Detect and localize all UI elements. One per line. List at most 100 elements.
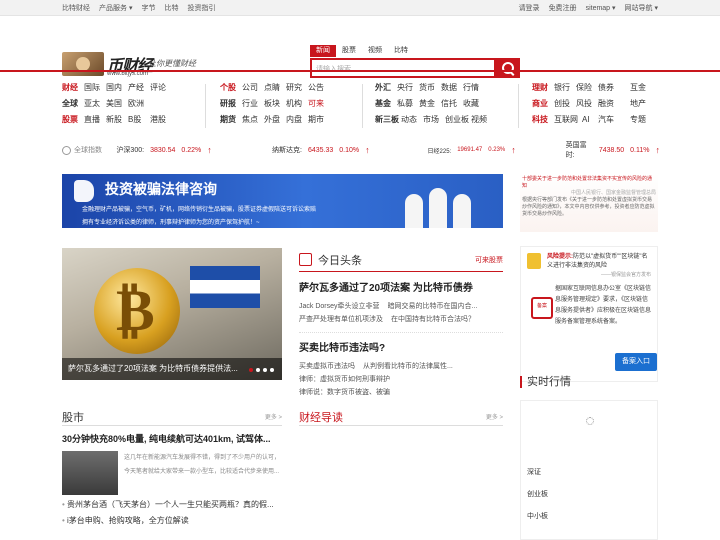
nav-item[interactable]: 债券	[598, 80, 630, 96]
carousel-dot[interactable]	[256, 368, 260, 372]
nav-item[interactable]: AI	[582, 112, 598, 128]
nav-item[interactable]: 创投	[554, 96, 576, 112]
site-logo[interactable]: 币财经 让你更懂财经 www.bitjys.com	[62, 52, 210, 82]
nav-item[interactable]: 收藏	[463, 96, 485, 112]
stock-bullet-item[interactable]: i茅台申购、抢购攻略，全方位解读	[62, 513, 282, 529]
nav-item[interactable]: B股	[128, 112, 150, 128]
headline-link[interactable]: 买卖虚拟币违法吗	[299, 360, 355, 373]
nav-item[interactable]: 焦点	[242, 112, 264, 128]
nav-item[interactable]: 点睛	[264, 80, 286, 96]
sitemap-link[interactable]: sitemap ▾	[586, 4, 616, 12]
nav-item[interactable]: 地产	[630, 96, 652, 112]
quote-row[interactable]: 中小板	[527, 511, 548, 521]
nav-item[interactable]: 期市	[308, 112, 330, 128]
top-link-bytes[interactable]: 字节	[141, 3, 155, 13]
nav-item[interactable]: 板块	[264, 96, 286, 112]
ticker-item[interactable]: 日经225: 19691.47 0.23% ↑	[428, 145, 566, 155]
nav-item[interactable]: 产经	[128, 80, 150, 96]
legal-consult-banner[interactable]: 投资被骗法律咨询 金融理财产品被骗，空气币，矿机，网络传销衍生品被骗，股票证券虚…	[62, 174, 503, 228]
search-button[interactable]	[496, 58, 520, 78]
nav-item[interactable]: 新三板	[375, 112, 401, 128]
headline-link[interactable]: 严查严处理有单位机项涉及	[299, 313, 383, 326]
nav-item[interactable]: 黄金	[419, 96, 441, 112]
policy-notice[interactable]: 十部委关于进一步防范和处置非法集资不实宣传的风险的通知 中国人民银行、国家金融监…	[520, 174, 658, 232]
hero-carousel[interactable]: ₿ 萨尔瓦多通过了20项法案 为比特币债券提供法...	[62, 248, 282, 380]
nav-item[interactable]: 个股	[220, 80, 242, 96]
register-link[interactable]: 免费注册	[549, 3, 577, 13]
nav-item[interactable]: 财经	[62, 80, 84, 96]
nav-item[interactable]: 创业板	[445, 112, 471, 128]
search-tab-bitcoin[interactable]: 比特	[388, 45, 414, 57]
top-link-home[interactable]: 比特财经	[62, 3, 90, 13]
nav-item[interactable]: 互金	[630, 80, 652, 96]
nav-item[interactable]: 商业	[532, 96, 554, 112]
nav-item[interactable]: 保险	[576, 80, 598, 96]
nav-item[interactable]: 欧洲	[128, 96, 150, 112]
search-input[interactable]: 请输入搜索...	[310, 58, 496, 78]
nav-item[interactable]: 专题	[630, 112, 652, 128]
nav-item[interactable]: 数据	[441, 80, 463, 96]
search-tab-video[interactable]: 视频	[362, 45, 388, 57]
nav-item[interactable]: 私募	[397, 96, 419, 112]
nav-item[interactable]: 公告	[308, 80, 330, 96]
nav-item[interactable]: 股票	[62, 112, 84, 128]
headline-link[interactable]: 律师：虚拟货币如何刑事辩护	[299, 373, 390, 386]
nav-item[interactable]: 行业	[242, 96, 264, 112]
site-nav-link[interactable]: 网站导航 ▾	[625, 3, 658, 13]
headline-second[interactable]: 买卖比特币违法吗?	[299, 339, 503, 354]
top-link-guide[interactable]: 投资指引	[187, 3, 215, 13]
nav-item[interactable]: 理财	[532, 80, 554, 96]
ticker-item[interactable]: 纳斯达克: 6435.33 0.10% ↑	[272, 145, 428, 155]
nav-item[interactable]: 研报	[220, 96, 242, 112]
nav-item[interactable]: 科技	[532, 112, 554, 128]
nav-item[interactable]: 研究	[286, 80, 308, 96]
headlines-more-link[interactable]: 可来股票	[475, 255, 503, 265]
ticker-item[interactable]: 英国富时: 7438.50 0.11% ↑	[566, 140, 660, 160]
headline-link[interactable]: 在中国持有比特币合法吗？	[391, 313, 475, 326]
nav-item[interactable]: 期货	[220, 112, 242, 128]
search-tab-stocks[interactable]: 股票	[336, 45, 362, 57]
carousel-dot[interactable]	[270, 368, 274, 372]
stock-bullet-item[interactable]: 贵州茅台酒（飞天茅台）一个人一生只能买两瓶？真的假...	[62, 497, 282, 513]
nav-item[interactable]: 融资	[598, 96, 630, 112]
headline-link[interactable]: 从判例看比特币的法律属性...	[363, 360, 453, 373]
filing-entry-button[interactable]: 备案入口	[615, 353, 657, 371]
nav-item[interactable]: 互联网	[554, 112, 582, 128]
headline-link[interactable]: Jack Dorsey牵头设立非营	[299, 300, 380, 313]
top-link-bitcoin[interactable]: 比特	[164, 3, 178, 13]
quote-row[interactable]: 深证	[527, 467, 541, 477]
nav-item[interactable]: 央行	[397, 80, 419, 96]
nav-item[interactable]: 风投	[576, 96, 598, 112]
nav-item[interactable]: 新股	[106, 112, 128, 128]
nav-item[interactable]: 银行	[554, 80, 576, 96]
headline-main[interactable]: 萨尔瓦多通过了20项法案 为比特币债券	[299, 279, 503, 294]
nav-item[interactable]: 港股	[150, 112, 172, 128]
nav-item[interactable]: 内盘	[286, 112, 308, 128]
nav-item[interactable]: 信托	[441, 96, 463, 112]
nav-item[interactable]: 基金	[375, 96, 397, 112]
nav-item[interactable]: 外盘	[264, 112, 286, 128]
stock-headline[interactable]: 30分钟快充80%电量, 纯电续航可达401km, 试驾体...	[62, 432, 282, 445]
nav-item[interactable]: 公司	[242, 80, 264, 96]
carousel-dot[interactable]	[249, 368, 253, 372]
nav-item[interactable]: 动态	[401, 112, 423, 128]
nav-item[interactable]: 全球	[62, 96, 84, 112]
quote-row[interactable]: 创业板	[527, 489, 548, 499]
headline-link[interactable]: 律师说：数字货币被盗、被骗	[299, 386, 390, 399]
login-link[interactable]: 请登录	[519, 3, 540, 13]
nav-item[interactable]: 外汇	[375, 80, 397, 96]
nav-item[interactable]: 汽车	[598, 112, 630, 128]
nav-item[interactable]: 机构	[286, 96, 308, 112]
nav-item[interactable]: 直播	[84, 112, 106, 128]
search-tab-news[interactable]: 新闻	[310, 45, 336, 57]
nav-item[interactable]: 国际	[84, 80, 106, 96]
nav-item[interactable]: 视频	[471, 112, 493, 128]
nav-item[interactable]: 评论	[150, 80, 172, 96]
nav-item[interactable]: 可来	[308, 96, 330, 112]
nav-item[interactable]: 货币	[419, 80, 441, 96]
carousel-dot[interactable]	[263, 368, 267, 372]
nav-item[interactable]: 美国	[106, 96, 128, 112]
stock-feature[interactable]: 这几年在新能源汽车发展得不错，得到了不少用户的认可，今天笔者就给大家带来一款小型…	[62, 451, 282, 495]
guide-more-link[interactable]: 更多 >	[486, 412, 503, 421]
stock-more-link[interactable]: 更多 >	[265, 412, 282, 421]
